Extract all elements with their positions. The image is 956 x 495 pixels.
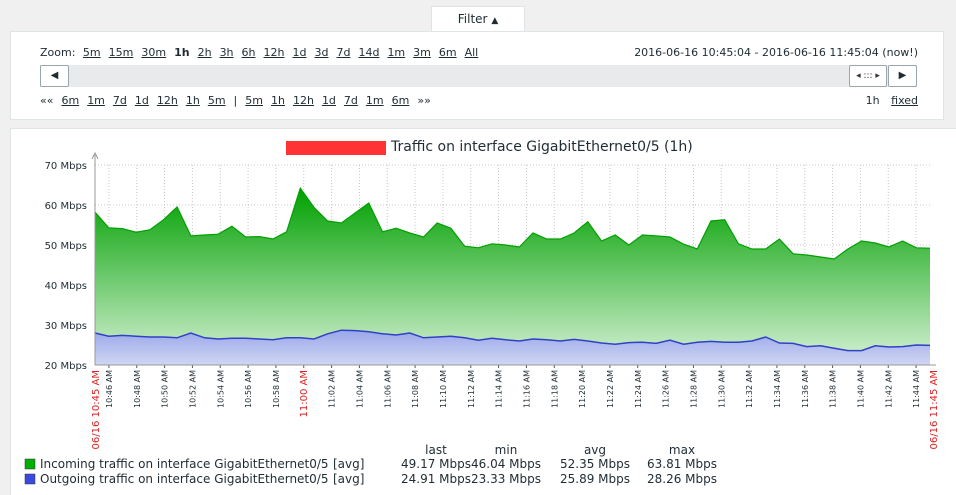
x-tick-label: 10:52 AM <box>188 370 197 408</box>
x-tick-label: 10:50 AM <box>161 370 170 408</box>
legend-min-value: 46.04 Mbps <box>471 457 541 471</box>
y-tick-label: 60 Mbps <box>45 201 87 212</box>
legend-series-name: Outgoing traffic on interface GigabitEth… <box>40 472 328 486</box>
y-tick-label: 40 Mbps <box>45 281 87 292</box>
x-start-label: 06/16 10:45 AM <box>91 370 102 449</box>
legend-min-value: 23.33 Mbps <box>471 472 541 486</box>
legend-last-value: 24.91 Mbps <box>401 472 471 486</box>
legend-max-value: 63.81 Mbps <box>647 457 717 471</box>
x-tick-label: 11:36 AM <box>801 370 810 408</box>
legend-series-name: Incoming traffic on interface GigabitEth… <box>40 457 329 471</box>
x-tick-label: 11:16 AM <box>522 370 531 408</box>
x-tick-label: 11:00 AM <box>299 370 310 417</box>
traffic-chart[interactable]: 70 Mbps 60 Mbps 50 Mbps 40 Mbps 30 Mbps 20 Mb… <box>0 0 956 494</box>
x-tick-label: 11:08 AM <box>411 370 420 408</box>
x-tick-label: 11:02 AM <box>328 370 337 408</box>
x-tick-label: 10:46 AM <box>105 370 114 408</box>
legend-header-min: min <box>495 443 518 457</box>
legend-header-last: last <box>425 443 447 457</box>
legend-max-value: 28.26 Mbps <box>647 472 717 486</box>
x-tick-label: 11:32 AM <box>745 370 754 408</box>
x-tick-label: 11:34 AM <box>773 370 782 408</box>
y-tick-label: 30 Mbps <box>45 321 87 332</box>
x-tick-label: 10:54 AM <box>216 370 225 408</box>
legend-header-max: max <box>669 443 695 457</box>
y-tick-label: 70 Mbps <box>45 161 87 172</box>
x-tick-label: 11:42 AM <box>884 370 893 408</box>
x-tick-label: 10:48 AM <box>133 370 142 408</box>
x-tick-label: 11:24 AM <box>634 370 643 408</box>
legend-swatch <box>24 458 36 470</box>
legend-avg-value: 52.35 Mbps <box>560 457 630 471</box>
x-tick-label: 11:30 AM <box>717 370 726 408</box>
y-tick-label: 50 Mbps <box>45 241 87 252</box>
legend-swatch <box>24 473 36 485</box>
x-end-label: 06/16 11:45 AM <box>929 370 940 449</box>
x-tick-label: 11:06 AM <box>383 370 392 408</box>
x-tick-label: 11:26 AM <box>662 370 671 408</box>
x-tick-label: 11:20 AM <box>578 370 587 408</box>
x-tick-label: 11:14 AM <box>495 370 504 408</box>
x-tick-label: 11:22 AM <box>606 370 615 408</box>
x-tick-label: 11:10 AM <box>439 370 448 408</box>
x-tick-label: 11:38 AM <box>829 370 838 408</box>
legend-func: [avg] <box>333 457 364 471</box>
x-tick-label: 11:04 AM <box>355 370 364 408</box>
legend-avg-value: 25.89 Mbps <box>560 472 630 486</box>
legend-func: [avg] <box>333 472 364 486</box>
y-tick-label: 20 Mbps <box>45 361 87 372</box>
x-tick-label: 11:44 AM <box>912 370 921 408</box>
legend-last-value: 49.17 Mbps <box>401 457 471 471</box>
x-tick-label: 10:56 AM <box>244 370 253 408</box>
x-tick-label: 11:12 AM <box>467 370 476 408</box>
x-tick-label: 11:28 AM <box>689 370 698 408</box>
x-tick-label: 11:18 AM <box>550 370 559 408</box>
x-tick-label: 11:40 AM <box>856 370 865 408</box>
legend-header-avg: avg <box>584 443 606 457</box>
x-tick-label: 10:58 AM <box>272 370 281 408</box>
